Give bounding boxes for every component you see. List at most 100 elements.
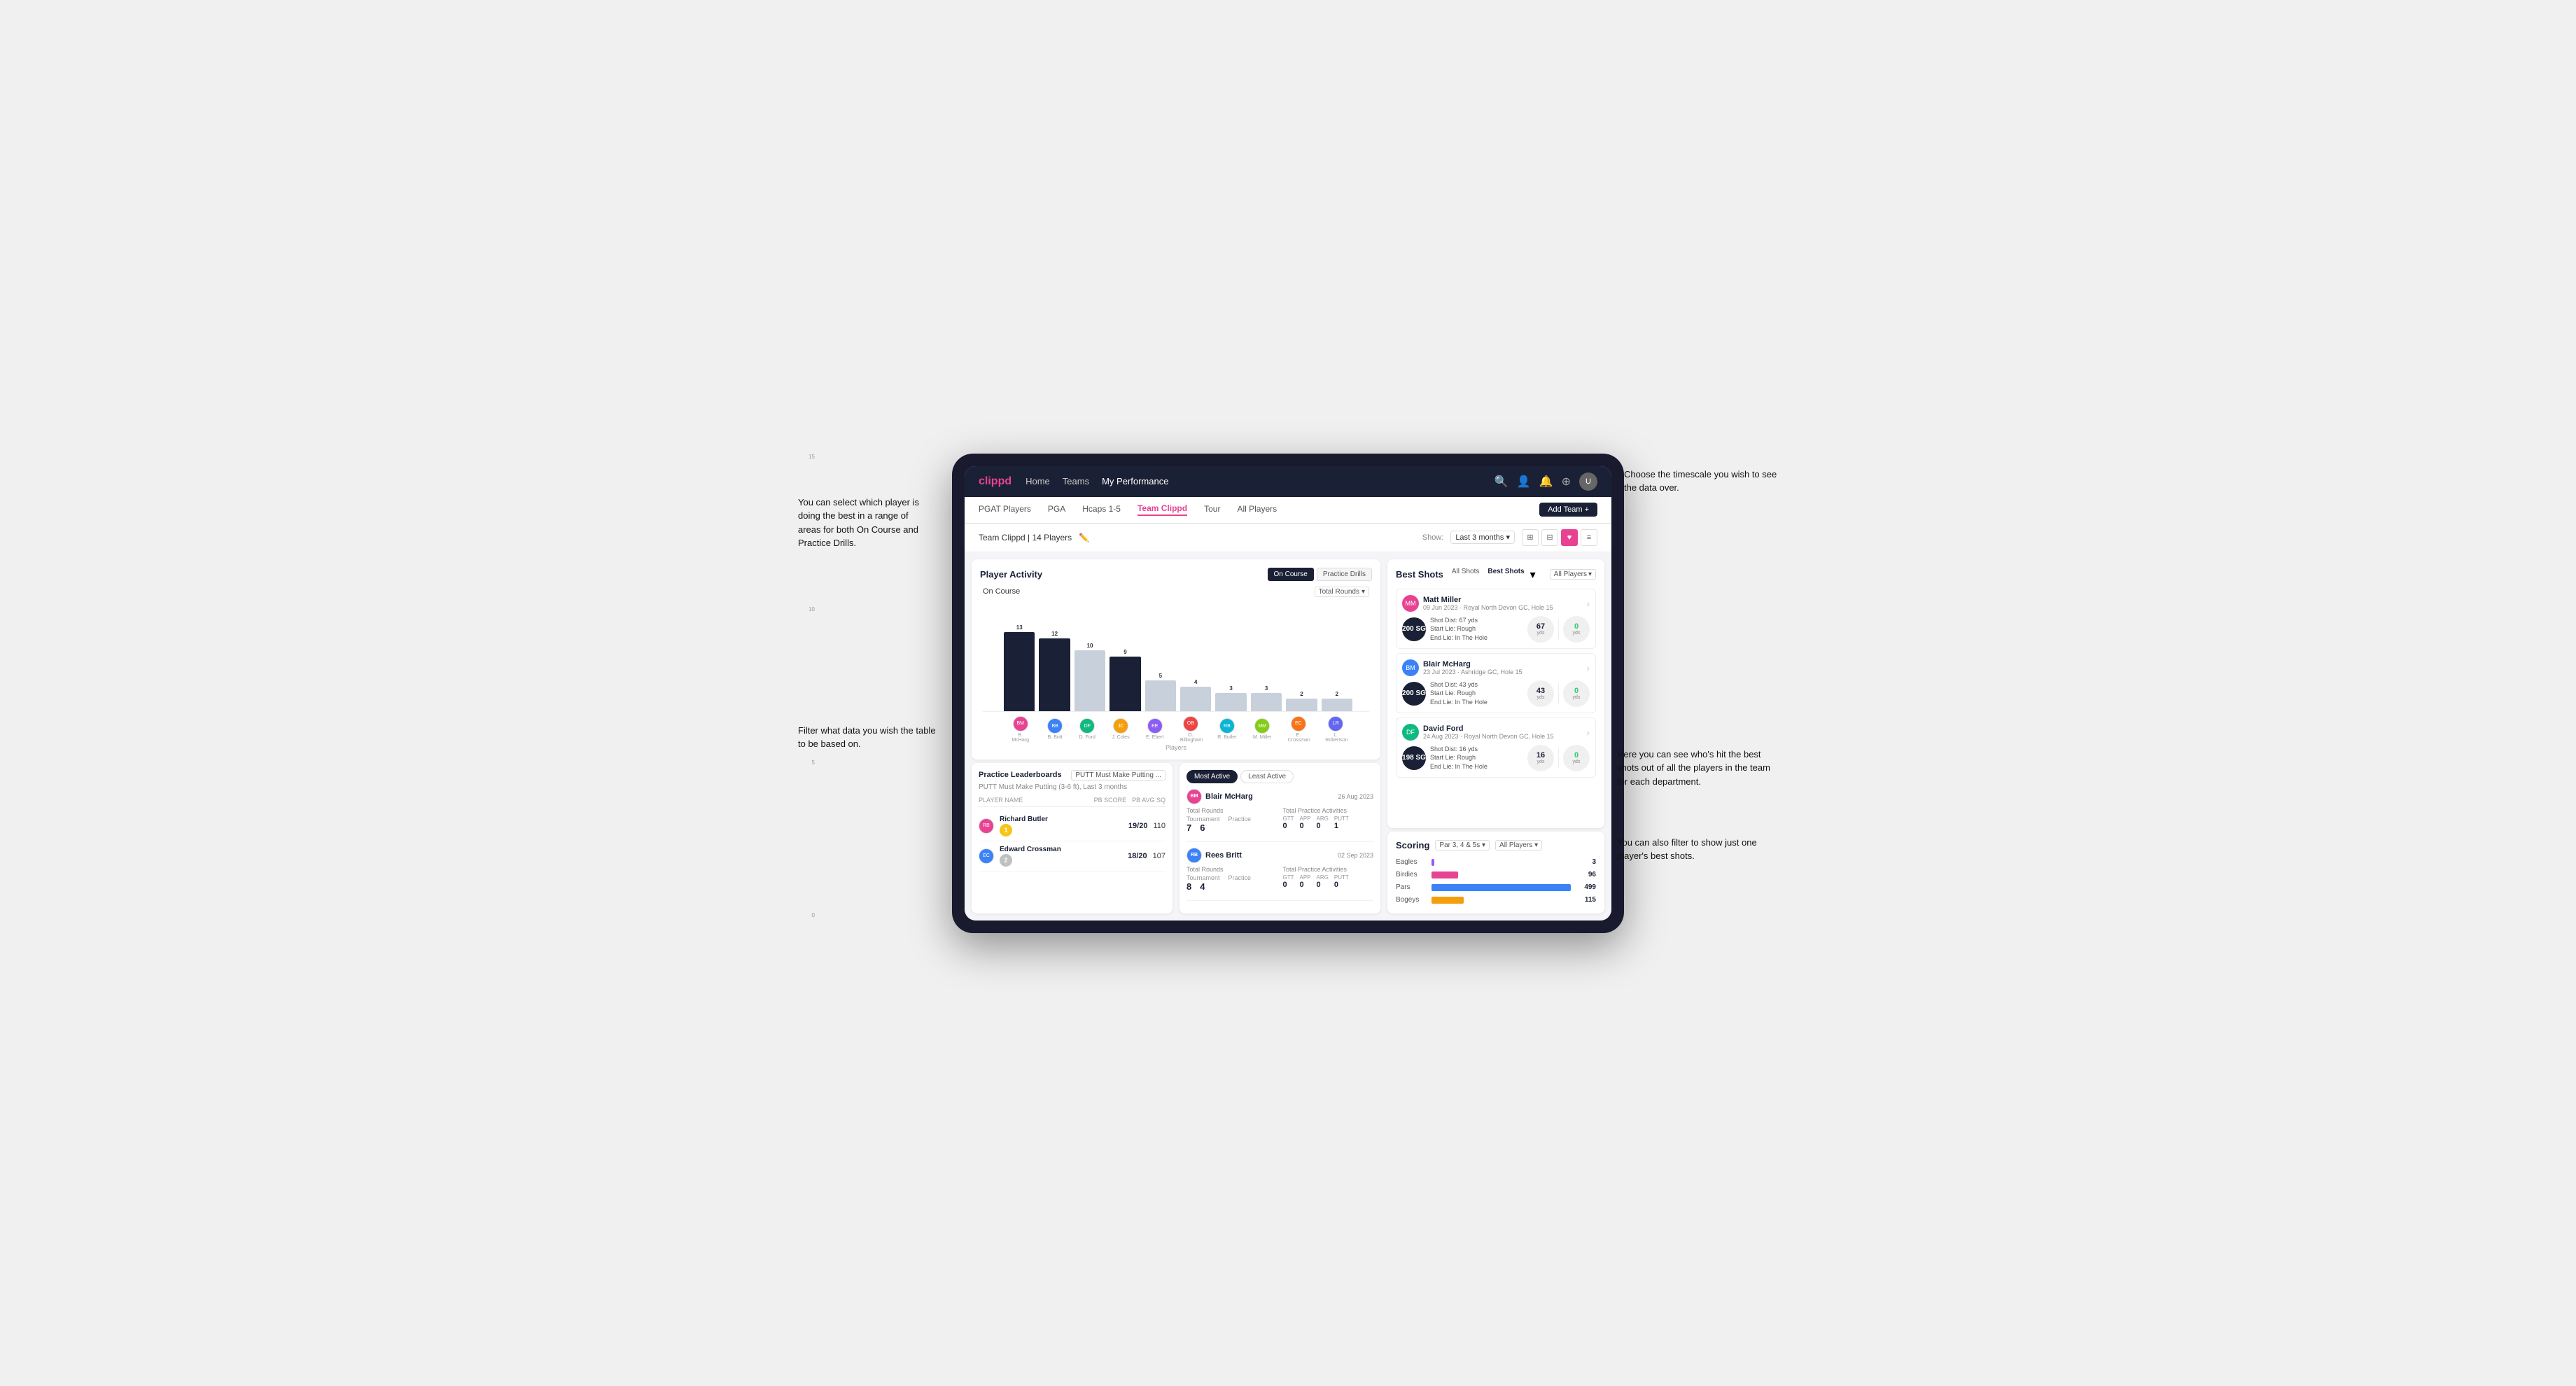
bar-group: 5 [1145, 673, 1176, 710]
leaderboard-avatar: EC [979, 848, 994, 864]
practice-title: Practice Leaderboards [979, 771, 1062, 779]
shots-players-filter[interactable]: All Players ▾ [1550, 569, 1596, 580]
practice-activities-section: Total Practice Activities GTT0 APP0 ARG0… [1283, 866, 1374, 892]
nav-links: Home Teams My Performance [1026, 476, 1480, 486]
tab-most-active[interactable]: Most Active [1186, 770, 1238, 783]
bar-col[interactable] [1145, 680, 1176, 710]
bar-group: 10 [1074, 643, 1105, 711]
best-shots-card: Best Shots All Shots Best Shots ▾ All Pl… [1387, 559, 1604, 828]
scoring-bar [1432, 897, 1464, 904]
time-filter-select[interactable]: Last 3 months ▾ [1450, 531, 1515, 544]
bar-value: 13 [1016, 624, 1023, 631]
player-avatar-item: BM B. McHarg [1010, 716, 1031, 743]
shot-player-row: MM Matt Miller 09 Jun 2023 · Royal North… [1402, 595, 1590, 612]
bar-group: 13 [1004, 624, 1035, 711]
bar-value: 2 [1336, 691, 1338, 697]
player-name: Edward Crossman [1000, 846, 1061, 853]
bar-col[interactable] [1215, 693, 1246, 711]
shots-list: MM Matt Miller 09 Jun 2023 · Royal North… [1396, 589, 1596, 778]
shot-player-details: 23 Jul 2023 · Ashridge GC, Hole 15 [1423, 668, 1582, 676]
view-heart-icon[interactable]: ♥ [1561, 529, 1578, 546]
bar-col[interactable] [1286, 699, 1317, 710]
bar-col[interactable] [1110, 657, 1140, 711]
bar-col[interactable] [1180, 687, 1211, 711]
tab-least-active[interactable]: Least Active [1240, 770, 1294, 783]
mini-avatar[interactable]: BB [1047, 718, 1063, 734]
bar-col[interactable] [1251, 693, 1282, 711]
player-name-row: Edward Crossman [1000, 846, 1122, 853]
scoring-row: Birdies 96 [1396, 870, 1596, 880]
bar-col[interactable] [1322, 699, 1352, 710]
mini-avatar[interactable]: EC [1291, 716, 1306, 732]
mini-avatar[interactable]: MM [1254, 718, 1270, 734]
subnav-pgat[interactable]: PGAT Players [979, 504, 1031, 515]
mini-avatar[interactable]: DF [1079, 718, 1095, 734]
subnav-team-clippd[interactable]: Team Clippd [1138, 503, 1187, 516]
bar-col[interactable] [1004, 632, 1035, 711]
practice-filter-select[interactable]: PUTT Must Make Putting ... [1071, 770, 1166, 780]
tab-best-shots[interactable]: All Shots [1449, 568, 1482, 582]
shot-end-badge: 0 yds [1563, 745, 1590, 771]
nav-link-teams[interactable]: Teams [1063, 476, 1089, 486]
player-avatar-item: OB O. Billingham [1180, 716, 1201, 743]
mini-avatar[interactable]: LR [1328, 716, 1343, 732]
on-course-toggle[interactable]: On Course [1268, 568, 1314, 581]
shot-info: Shot Dist: 43 yds Start Lie: Rough End L… [1430, 680, 1523, 707]
left-panel: Player Activity On Course Practice Drill… [965, 552, 1387, 920]
edit-icon[interactable]: ✏️ [1079, 533, 1089, 542]
shots-tabs: All Shots Best Shots ▾ [1449, 568, 1536, 582]
tablet-frame: clippd Home Teams My Performance 🔍 👤 🔔 ⊕… [952, 454, 1624, 933]
bar-group: 3 [1215, 685, 1246, 711]
bar-chart: 13 12 10 9 5 4 3 3 2 2 [983, 600, 1369, 712]
subnav-pga[interactable]: PGA [1048, 504, 1065, 515]
mini-avatar[interactable]: JC [1113, 718, 1128, 734]
user-icon[interactable]: 👤 [1517, 475, 1531, 489]
bar-value: 10 [1087, 643, 1093, 649]
practice-card-header: Practice Leaderboards PUTT Must Make Put… [979, 770, 1166, 780]
search-icon[interactable]: 🔍 [1494, 475, 1508, 489]
shot-dist-badge: 67 yds [1527, 616, 1554, 643]
subnav-all-players[interactable]: All Players [1237, 504, 1277, 515]
player-activity-card: Player Activity On Course Practice Drill… [972, 559, 1380, 760]
scoring-player-filter[interactable]: All Players ▾ [1495, 840, 1542, 850]
view-detail-icon[interactable]: ≡ [1581, 529, 1597, 546]
shot-end-badge: 0 yds [1563, 616, 1590, 643]
view-grid-icon[interactable]: ⊞ [1522, 529, 1539, 546]
scoring-bar-wrap [1432, 870, 1571, 880]
total-rounds-section: Total Rounds Tournament Practice 8 4 [1186, 866, 1278, 892]
bell-icon[interactable]: 🔔 [1539, 475, 1553, 489]
mini-avatar[interactable]: RB [1219, 718, 1235, 734]
add-icon[interactable]: ⊕ [1562, 475, 1571, 489]
leaderboard-row[interactable]: RB Richard Butler 1 19/20 110 [979, 811, 1166, 841]
tablet-screen: clippd Home Teams My Performance 🔍 👤 🔔 ⊕… [965, 466, 1611, 920]
nav-link-home[interactable]: Home [1026, 476, 1050, 486]
chart-filter-select[interactable]: Total Rounds ▾ [1315, 587, 1369, 597]
scoring-bar-wrap [1432, 895, 1571, 905]
bar-col[interactable] [1074, 650, 1105, 711]
shot-item[interactable]: DF David Ford 24 Aug 2023 · Royal North … [1396, 718, 1596, 778]
view-list-icon[interactable]: ⊟ [1541, 529, 1558, 546]
leaderboard-row[interactable]: EC Edward Crossman 2 18/20 107 [979, 841, 1166, 872]
shot-item[interactable]: BM Blair McHarg 23 Jul 2023 · Ashridge G… [1396, 653, 1596, 713]
tab-all-shots[interactable]: Best Shots [1485, 568, 1527, 582]
scoring-par-filter[interactable]: Par 3, 4 & 5s ▾ [1435, 840, 1490, 850]
subnav-tour[interactable]: Tour [1204, 504, 1220, 515]
add-team-button[interactable]: Add Team + [1539, 503, 1597, 517]
bar-col[interactable] [1039, 638, 1070, 711]
mini-avatar[interactable]: OB [1183, 716, 1198, 732]
mini-avatar[interactable]: EE [1147, 718, 1163, 734]
subnav-hcaps[interactable]: Hcaps 1-5 [1082, 504, 1121, 515]
nav-link-performance[interactable]: My Performance [1102, 476, 1168, 486]
avatar[interactable]: U [1579, 472, 1597, 491]
mini-avatar[interactable]: BM [1013, 716, 1028, 732]
practice-drills-toggle[interactable]: Practice Drills [1317, 568, 1372, 581]
annotation-mid-right: Here you can see who's hit the best shot… [1617, 748, 1778, 789]
shot-player-avatar: BM [1402, 659, 1419, 676]
leaderboard-avatar: RB [979, 818, 994, 834]
annotation-top-right: Choose the timescale you wish to see the… [1624, 468, 1778, 495]
shot-separator [1558, 748, 1559, 769]
col-pb-avg: PB AVG SQ [1132, 797, 1166, 804]
shot-item[interactable]: MM Matt Miller 09 Jun 2023 · Royal North… [1396, 589, 1596, 649]
scoring-row: Pars 499 [1396, 883, 1596, 892]
player-activity-title: Player Activity [980, 569, 1042, 580]
